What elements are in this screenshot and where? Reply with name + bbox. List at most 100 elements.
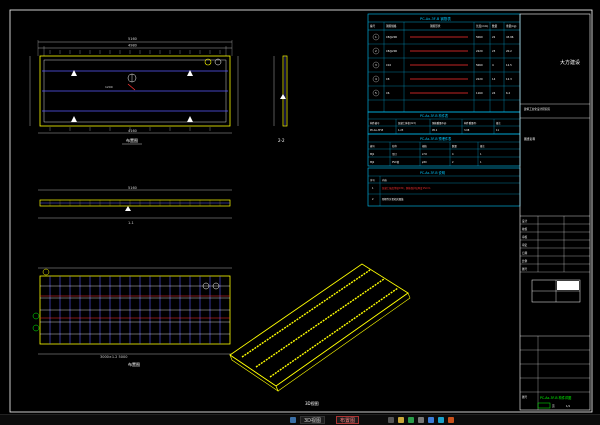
- rebar-table[interactable]: PC-Ax-3F-B 钢筋表 编号 钢筋规格 钢筋形状 长度(mm) 数量 重量…: [367, 13, 521, 113]
- taskbar-button-3d[interactable]: 3D视图: [300, 416, 326, 424]
- svg-text:日期: 日期: [522, 251, 528, 255]
- mail-icon[interactable]: [428, 417, 434, 423]
- section-1-1-label: 1-1: [128, 221, 134, 225]
- rebar-plan-label: 布置图: [128, 361, 140, 367]
- rebar-header-0: 编号: [370, 24, 376, 28]
- app-icon[interactable]: [290, 417, 296, 423]
- svg-text:MJ2: MJ2: [370, 161, 375, 164]
- rebar-table-title: PC-Ax-3F-B 钢筋表: [420, 16, 451, 21]
- svg-text:钢筋重量(kg): 钢筋重量(kg): [432, 121, 446, 125]
- title-block[interactable]: 大方建设 建筑工业化设计研究院 图纸名称 设计 校核 审核 审定 日期 比例 图…: [519, 13, 591, 411]
- section-1-1-view[interactable]: 5160 1-1: [38, 186, 232, 225]
- svg-text:1160: 1160: [476, 91, 483, 95]
- plan-inner-lower-dim: 4160: [128, 129, 137, 133]
- svg-text:2: 2: [452, 161, 454, 164]
- cad-drawing-canvas[interactable]: 5160 4980 1200 4160 布置图 2-2 5160 1-1 300…: [0, 0, 600, 424]
- rebar-row-2: 2 C8@200 2220 23 20.2: [372, 47, 512, 55]
- svg-text:备注: 备注: [496, 121, 501, 125]
- svg-text:6.2: 6.2: [506, 91, 510, 95]
- svg-text:设计: 设计: [522, 219, 528, 223]
- section-2-2-view[interactable]: 2-2: [273, 55, 288, 143]
- svg-text:2: 2: [372, 198, 374, 201]
- taskbar-button-plan[interactable]: 布置图: [336, 416, 360, 424]
- company-sub: 建筑工业化设计研究院: [524, 107, 550, 111]
- svg-text:5060: 5060: [476, 35, 483, 39]
- svg-text:4: 4: [375, 77, 377, 81]
- svg-text:2: 2: [375, 49, 377, 53]
- rebar-row-3: 3 C10 5060 4 12.5: [372, 61, 512, 69]
- rebar-note: 3000×1.2 5000: [100, 355, 127, 359]
- svg-text:43.96: 43.96: [506, 35, 514, 39]
- svg-text:95.1: 95.1: [432, 129, 438, 132]
- svg-text:混凝土体积(m3): 混凝土体积(m3): [398, 121, 416, 125]
- component-table[interactable]: PC-Ax-3F-B 构件表 构件编号 混凝土体积(m3) 钢筋重量(kg) 构…: [367, 111, 521, 135]
- svg-text:比例: 比例: [522, 259, 528, 263]
- svg-text:23: 23: [492, 49, 496, 53]
- rebar-header-2: 钢筋形状: [430, 24, 441, 28]
- chat-icon[interactable]: [438, 417, 444, 423]
- svg-text:φ50: φ50: [422, 161, 427, 164]
- svg-text:5060: 5060: [476, 63, 483, 67]
- rebar-grid-horizontal: [40, 285, 230, 335]
- svg-text:内容: 内容: [382, 178, 387, 182]
- plan-view-label: 布置图: [126, 137, 138, 143]
- notes-table[interactable]: PC-Ax-3F-B 说明 序号 内容 1 混凝土强度等级C30，钢筋保护层厚度…: [367, 167, 521, 207]
- plan-view[interactable]: 5160 4980 1200 4160 布置图: [29, 37, 239, 145]
- svg-text:C8: C8: [386, 77, 390, 81]
- svg-text:4: 4: [492, 63, 494, 67]
- plan-inner-value: 1200: [105, 85, 113, 89]
- svg-text:20.2: 20.2: [506, 49, 512, 53]
- svg-text:24: 24: [492, 91, 496, 95]
- svg-text:PVC管: PVC管: [392, 160, 400, 164]
- svg-text:构件编号: 构件编号: [370, 121, 380, 125]
- rebar-plan-view[interactable]: 3000×1.2 5000 布置图: [32, 267, 232, 367]
- svg-text:PC-Ax-3F-B: PC-Ax-3F-B: [370, 129, 384, 132]
- svg-text:构件重量(t): 构件重量(t): [464, 121, 476, 125]
- plan-dim-ticks-top: [49, 50, 221, 54]
- plan-inner-dim: 4980: [128, 44, 137, 48]
- svg-text:吊钉: 吊钉: [392, 152, 397, 156]
- svg-text:名称: 名称: [392, 144, 397, 148]
- rebar-header-1: 钢筋规格: [386, 24, 397, 28]
- media-icon[interactable]: [448, 417, 454, 423]
- iso-view-label: 3D视图: [305, 400, 319, 406]
- embedded-table[interactable]: PC-Ax-3F-B 预埋件表 编号 名称 规格 数量 备注 MJ1 吊钉 2.…: [367, 133, 521, 167]
- svg-text:12.3: 12.3: [506, 77, 512, 81]
- svg-text:2.5t: 2.5t: [422, 153, 427, 156]
- svg-text:3: 3: [375, 63, 377, 67]
- svg-text:数量: 数量: [452, 144, 457, 148]
- iso-3d-view[interactable]: 3D视图: [229, 263, 411, 406]
- search-icon[interactable]: [388, 417, 394, 423]
- svg-text:5: 5: [375, 91, 377, 95]
- rebar-header-3: 长度(mm): [476, 24, 488, 28]
- plan-overall-dim: 5160: [128, 37, 137, 41]
- svg-text:校核: 校核: [522, 227, 528, 231]
- rebar-header-5: 重量(kg): [506, 24, 516, 28]
- folder-icon[interactable]: [398, 417, 404, 423]
- component-table-title: PC-Ax-3F-B 构件表: [420, 113, 449, 118]
- browser-icon[interactable]: [408, 417, 414, 423]
- svg-text:页: 页: [552, 404, 555, 408]
- svg-text:规格: 规格: [422, 144, 427, 148]
- embedded-table-title: PC-Ax-3F-B 预埋件表: [420, 136, 452, 141]
- notes-table-title: PC-Ax-3F-B 说明: [420, 170, 445, 175]
- svg-text:4: 4: [452, 153, 454, 156]
- svg-text:审定: 审定: [522, 243, 528, 247]
- sheet-no: 1/1: [566, 404, 571, 408]
- svg-text:序号: 序号: [370, 178, 375, 182]
- svg-text:1: 1: [480, 153, 482, 156]
- svg-text:1: 1: [375, 35, 377, 39]
- svg-text:1: 1: [372, 187, 374, 190]
- sheet-border: [9, 9, 593, 413]
- svg-text:11: 11: [496, 129, 500, 132]
- svg-text:MJ1: MJ1: [370, 153, 375, 156]
- rebar-header-4: 数量: [492, 24, 498, 28]
- taskbar: 3D视图 布置图: [0, 414, 600, 425]
- drawing-no-label: 图号: [522, 395, 528, 399]
- settings-icon[interactable]: [418, 417, 424, 423]
- svg-text:C8@200: C8@200: [386, 35, 397, 39]
- svg-text:预埋件详见相关图集: 预埋件详见相关图集: [382, 197, 404, 201]
- svg-text:3.08: 3.08: [464, 129, 470, 132]
- field-label-1: 图纸名称: [524, 137, 535, 141]
- drawing-no: PC-Ax-3F-B 构件详图: [540, 395, 571, 400]
